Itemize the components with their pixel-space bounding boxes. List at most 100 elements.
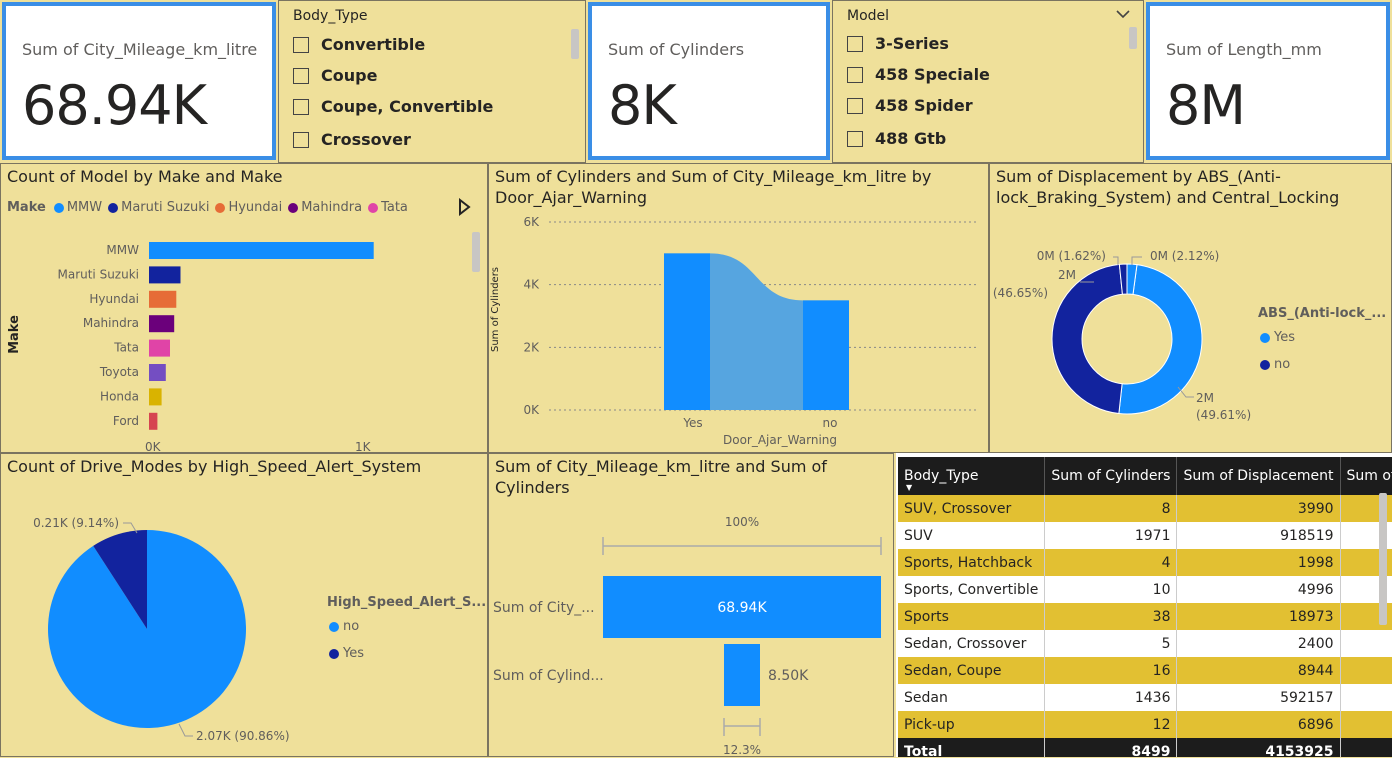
donut-chart-abs[interactable]: Sum of Displacement by ABS_(Anti-lock_Br… [989, 163, 1392, 453]
legend-item[interactable]: Yes [329, 646, 364, 661]
legend-dot-icon [1260, 332, 1270, 343]
table-cell: 16 [1044, 657, 1178, 684]
data-label: (49.61%) [1196, 408, 1251, 422]
table-scrollbar[interactable] [1379, 493, 1387, 625]
slicer-title: Body_Type [293, 8, 368, 24]
table-cell: Sedan [898, 684, 1046, 711]
slicer-item-coupe-convertible[interactable]: Coupe, Convertible [293, 97, 493, 116]
kpi-label: Sum of Cylinders [608, 40, 745, 59]
column-header[interactable]: Body_Type ▼ [898, 457, 1046, 495]
checkbox[interactable] [293, 131, 309, 148]
category-label: Tata [113, 341, 139, 355]
tick-label: 6K [523, 215, 540, 229]
table-total-row: Total 8499 4153925 [898, 738, 1392, 757]
total-cell: Total [898, 738, 1046, 757]
legend-dot-icon [329, 648, 339, 659]
slicer-model: Model 3-Series 458 Speciale 458 Spider 4… [832, 0, 1144, 163]
checkbox[interactable] [847, 130, 863, 147]
data-table: Body_Type ▼ Sum of Cylinders Sum of Displ… [898, 457, 1392, 757]
y-axis-label: Sum of Cylinders [490, 266, 502, 353]
matrix-table[interactable]: Body_Type ▼ Sum of Cylinders Sum of Displ… [896, 453, 1392, 757]
table-cell: 918519 [1176, 522, 1341, 549]
bar [149, 242, 374, 259]
table-row[interactable]: SUV 1971 918519 [898, 522, 1392, 549]
column-header[interactable]: Sum of Displacement [1176, 457, 1341, 495]
leader-line [178, 723, 193, 737]
table-row[interactable]: Sports, Hatchback 4 1998 [898, 549, 1392, 576]
bar-chart-make[interactable]: Count of Model by Make and Make Make MMW… [0, 163, 488, 454]
table-cell: SUV, Crossover [898, 495, 1046, 522]
legend-item[interactable]: no [329, 619, 359, 634]
legend-item[interactable]: Maruti Suzuki [108, 200, 209, 215]
legend-title: High_Speed_Alert_S... [327, 595, 487, 610]
column-header[interactable]: Sum of Fue [1340, 457, 1392, 495]
table-row[interactable]: Pick-up 12 6896 [898, 711, 1392, 738]
table-row[interactable]: Sports 38 18973 [898, 603, 1392, 630]
table-row[interactable]: Sedan, Crossover 5 2400 [898, 630, 1392, 657]
slicer-item-3-series[interactable]: 3-Series [847, 34, 949, 53]
kpi-card-cylinders[interactable]: Sum of Cylinders 8K [588, 2, 830, 160]
table-cell: 1998 [1176, 549, 1341, 576]
x-axis-label: Door_Ajar_Warning [723, 433, 837, 447]
table-cell: Sports, Convertible [898, 576, 1046, 603]
slicer-item-458-spider[interactable]: 458 Spider [847, 96, 973, 115]
checkbox[interactable] [847, 35, 863, 52]
legend-item[interactable]: Tata [368, 200, 408, 215]
checkbox[interactable] [293, 98, 309, 115]
table-row[interactable]: SUV, Crossover 8 3990 [898, 495, 1392, 522]
tick-label: 4K [523, 278, 540, 292]
tick-label: 1K [355, 440, 372, 454]
legend-item[interactable]: Hyundai [215, 200, 282, 215]
table-cell: SUV [898, 522, 1046, 549]
data-label: 68.94K [717, 600, 767, 616]
funnel-chart[interactable]: Sum of City_Mileage_km_litre and Sum of … [488, 453, 894, 757]
legend-item[interactable]: Yes [1260, 330, 1295, 345]
kpi-card-length[interactable]: Sum of Length_mm 8M [1146, 2, 1390, 160]
chart-scrollbar[interactable] [472, 232, 480, 272]
table-header-row: Body_Type ▼ Sum of Cylinders Sum of Displ… [898, 457, 1392, 495]
table-cell: Pick-up [898, 711, 1046, 738]
sort-desc-icon[interactable]: ▼ [906, 483, 912, 492]
table-row[interactable]: Sedan, Coupe 16 8944 [898, 657, 1392, 684]
table-row[interactable]: Sports, Convertible 10 4996 [898, 576, 1392, 603]
category-label: no [823, 416, 838, 430]
chart-title: Sum of Cylinders and Sum of City_Mileage… [495, 167, 932, 207]
kpi-value: 8K [608, 74, 677, 137]
legend-item[interactable]: no [1260, 357, 1290, 372]
checkbox[interactable] [847, 66, 863, 83]
slicer-item-crossover[interactable]: Crossover [293, 130, 411, 149]
pie-chart-drive-modes[interactable]: Count of Drive_Modes by High_Speed_Alert… [0, 453, 488, 757]
legend-item[interactable]: Mahindra [288, 200, 362, 215]
checkbox[interactable] [847, 97, 863, 114]
checkbox[interactable] [293, 67, 309, 84]
slicer-scrollbar[interactable] [1129, 27, 1137, 49]
slicer-item-convertible[interactable]: Convertible [293, 35, 425, 54]
chevron-down-icon[interactable] [1115, 7, 1131, 21]
slicer-item-458-speciale[interactable]: 458 Speciale [847, 65, 990, 84]
slicer-item-488-gtb[interactable]: 488 Gtb [847, 129, 946, 148]
category-label: Sum of City_... [493, 600, 595, 616]
category-label: Sum of Cylind... [493, 668, 604, 684]
slicer-title: Model [847, 8, 890, 24]
table-cell: 2400 [1176, 630, 1341, 657]
table-row[interactable]: Sedan 1436 592157 [898, 684, 1392, 711]
table-cell: 1971 [1044, 522, 1178, 549]
checkbox[interactable] [293, 36, 309, 53]
kpi-card-city-mileage[interactable]: Sum of City_Mileage_km_litre 68.94K [2, 2, 276, 160]
ribbon-chart-door-ajar[interactable]: Sum of Cylinders and Sum of City_Mileage… [488, 163, 989, 453]
legend-title: Make [7, 200, 46, 215]
legend-title: ABS_(Anti-lock_... [1258, 306, 1387, 321]
slicer-item-coupe[interactable]: Coupe [293, 66, 377, 85]
slicer-scrollbar[interactable] [571, 29, 579, 59]
tick-label: 2K [523, 340, 540, 354]
bar [149, 364, 166, 381]
chart-title: Sum of City_Mileage_km_litre and Sum of … [495, 457, 827, 497]
column-header[interactable]: Sum of Cylinders [1044, 457, 1178, 495]
legend-item[interactable]: MMW [53, 200, 102, 215]
category-label: Mahindra [83, 316, 139, 330]
bar [149, 315, 175, 333]
total-cell: 8499 [1044, 738, 1178, 757]
legend-next-icon[interactable] [457, 198, 471, 216]
chart-title: Count of Model by Make and Make [7, 167, 283, 186]
legend-dot-icon [215, 202, 226, 213]
